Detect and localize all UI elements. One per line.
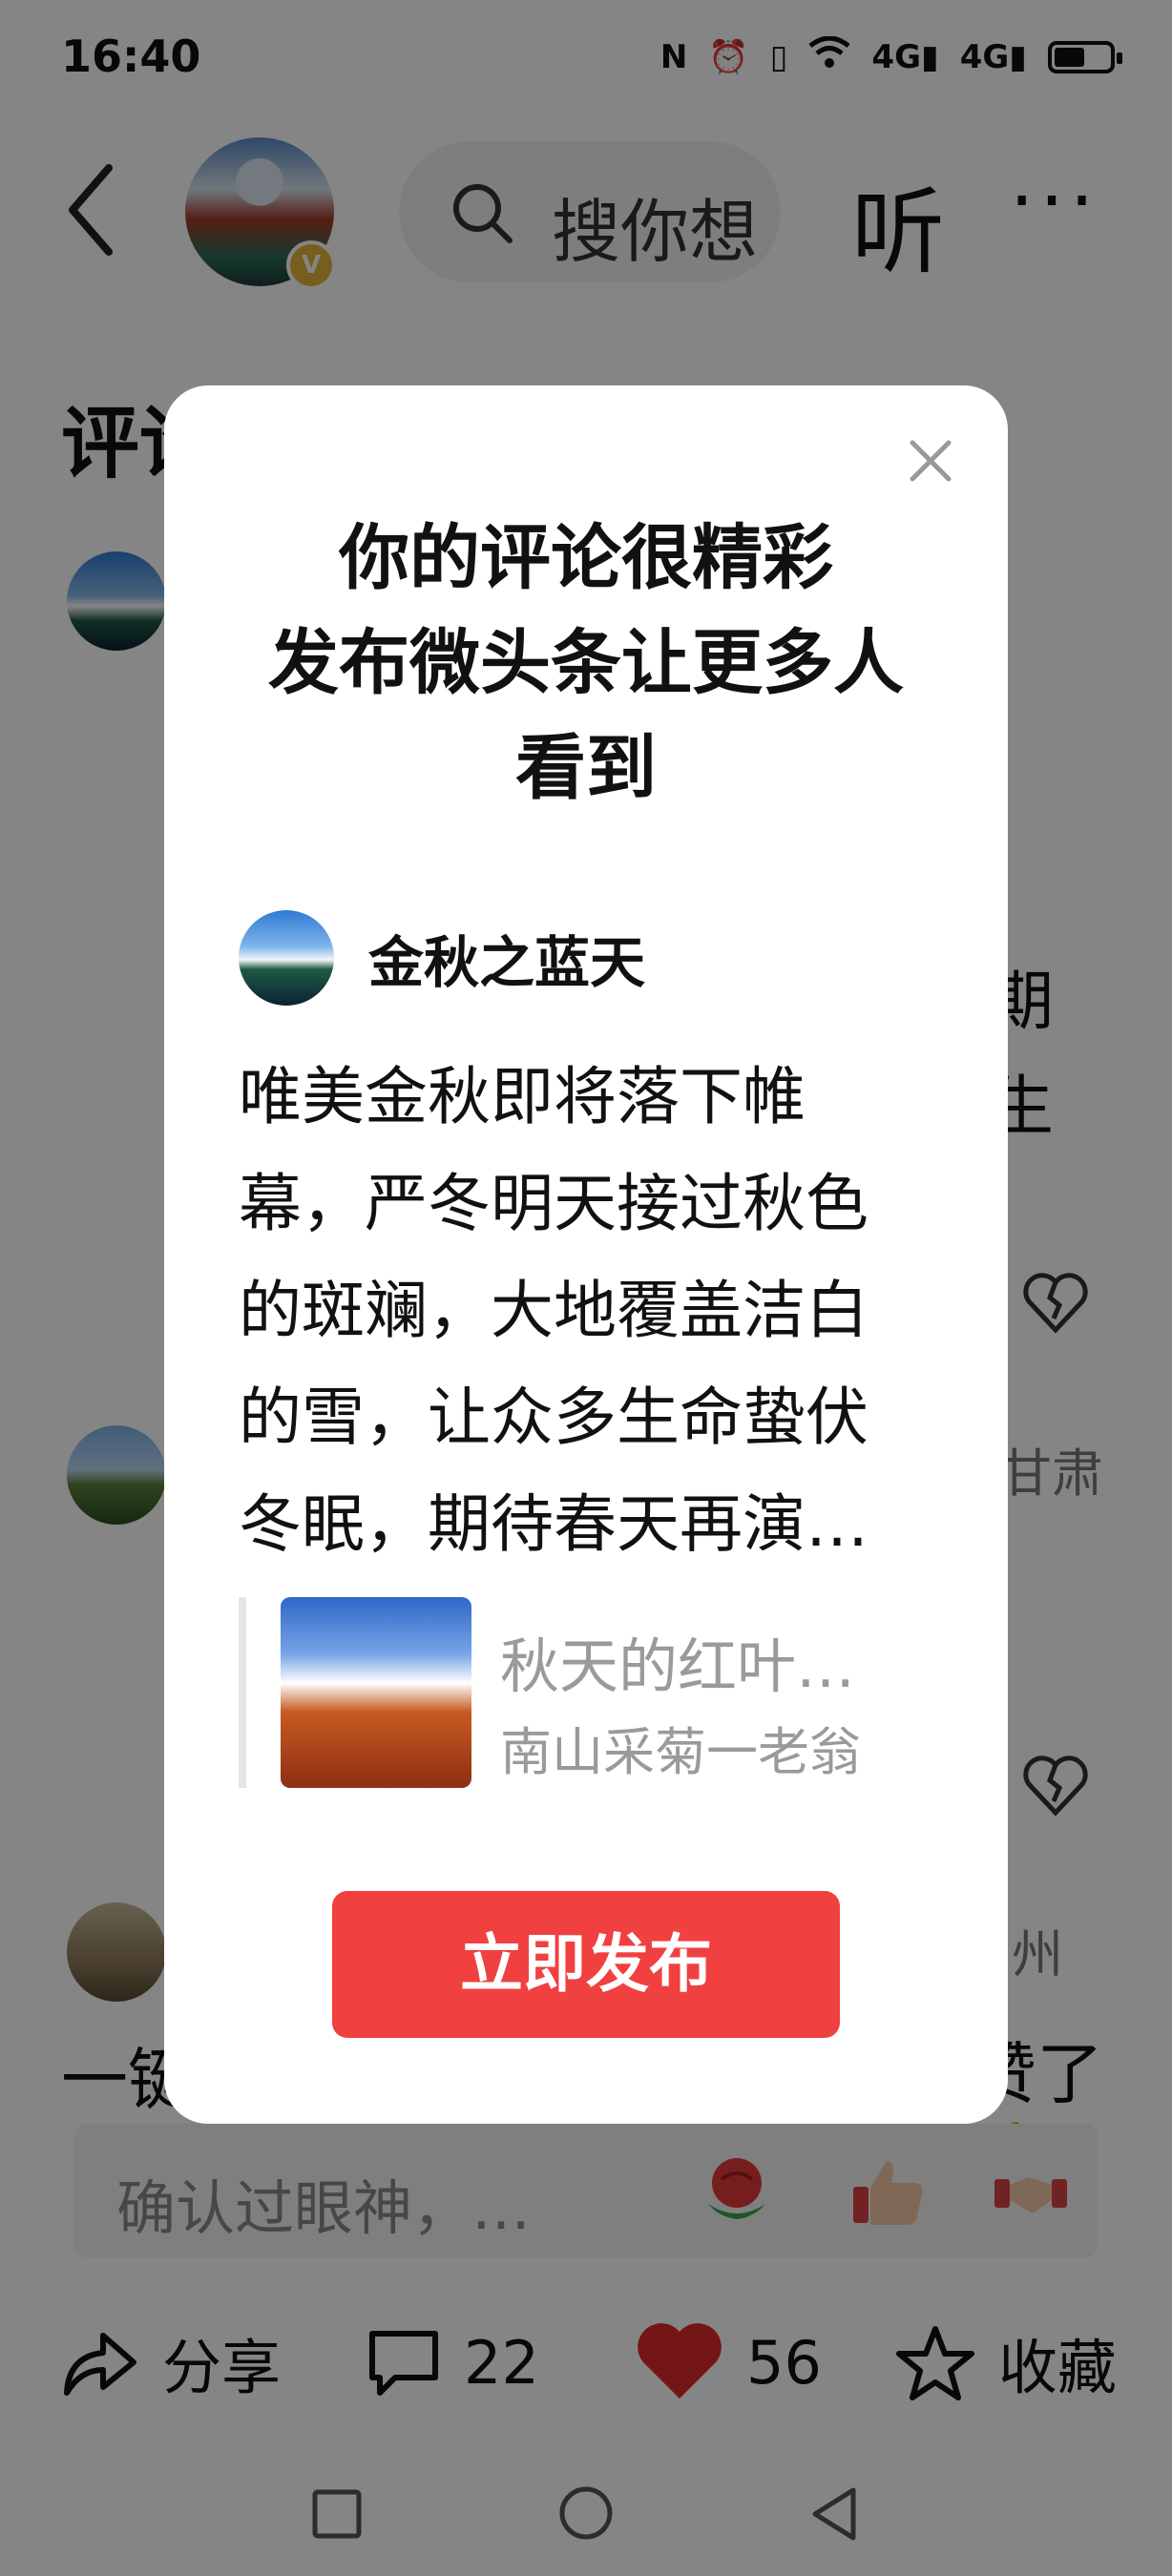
comment-line: 唯美金秋即将落下帷: [239, 1060, 806, 1133]
comment-author: 金秋之蓝天: [239, 908, 645, 1008]
dialog-title-line: 发布微头条让更多人: [268, 622, 904, 704]
dialog-title-line: 看到: [515, 727, 657, 809]
quoted-thumbnail: [281, 1597, 471, 1788]
quoted-author: 南山采菊一老翁: [500, 1722, 861, 1782]
quoted-article: 秋天的红叶… 南山采菊一老翁: [239, 1597, 943, 1788]
dialog-title-line: 你的评论很精彩: [339, 517, 833, 599]
publish-prompt-dialog: 你的评论很精彩 发布微头条让更多人 看到 金秋之蓝天 唯美金秋即将落下帷 幕，严…: [164, 385, 1008, 2124]
comment-line: 的斑斓，大地覆盖洁白: [239, 1274, 869, 1347]
comment-preview: 唯美金秋即将落下帷 幕，严冬明天接过秋色 的斑斓，大地覆盖洁白 的雪，让众多生命…: [239, 1044, 935, 1578]
dialog-title: 你的评论很精彩 发布微头条让更多人 看到: [164, 506, 1008, 821]
avatar: [239, 910, 334, 1006]
quoted-title: 秋天的红叶…: [500, 1631, 856, 1701]
comment-line: 幕，严冬明天接过秋色: [239, 1167, 869, 1240]
publish-now-button[interactable]: 立即发布: [332, 1891, 840, 2038]
comment-line: 冬眠，期待春天再演…: [239, 1487, 869, 1561]
author-name: 金秋之蓝天: [368, 930, 646, 995]
comment-line: 的雪，让众多生命蛰伏: [239, 1381, 869, 1454]
close-icon[interactable]: [907, 437, 954, 485]
article-page: 16:40 N ⏰ ▯ 4G▮ 4G▮ V 搜你想 听 ··· 评论 期 生 甘…: [0, 0, 1172, 2576]
